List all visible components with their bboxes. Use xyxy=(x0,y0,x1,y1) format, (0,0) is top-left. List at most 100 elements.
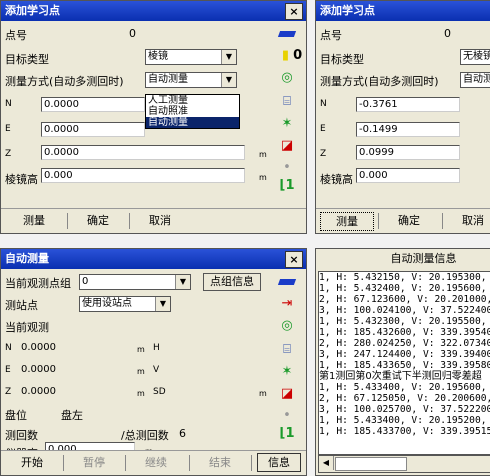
confirm-button[interactable]: 确定 xyxy=(384,212,434,229)
chevron-down-icon[interactable]: ▼ xyxy=(221,50,236,64)
measure-mode-value: 自动测量 xyxy=(148,74,188,85)
sd-unit: m xyxy=(259,389,267,398)
station-select[interactable]: 使用设站点 ▼ xyxy=(79,296,171,312)
cancel-button[interactable]: 取消 xyxy=(448,212,490,229)
prism-target-icon[interactable]: ◎ xyxy=(277,317,297,335)
measure-mode-select[interactable]: 自动测量 ▼ xyxy=(145,72,237,88)
sd-label: SD xyxy=(153,387,166,397)
dropdown-option-manual[interactable]: 人工测量 xyxy=(146,95,239,106)
target-type-label: 目标类型 xyxy=(320,53,364,66)
face-number: 1 xyxy=(285,426,295,441)
z-label: Z xyxy=(5,149,12,159)
divider xyxy=(189,455,190,471)
n-label: N xyxy=(5,99,12,109)
horizontal-scrollbar[interactable]: ◀ xyxy=(318,455,490,473)
z-input[interactable]: 0.0000 xyxy=(41,145,245,160)
station-value: 使用设站点 xyxy=(82,298,132,309)
status-sidebar: ⇥ ◎ ⌸ ✶ ◪ • ⌊1 xyxy=(277,271,303,447)
face-indicator-icon: ⌊1 xyxy=(279,426,295,441)
dialog-title: 自动测量信息 xyxy=(316,249,490,269)
divider xyxy=(129,213,130,229)
z-value: 0.0000 xyxy=(21,386,56,397)
dialog-title-bar: 自动测量 × xyxy=(1,249,306,269)
log-line: 1, H: 5.432150, V: 20.195300, S xyxy=(319,272,490,283)
z-unit: m xyxy=(137,389,145,398)
chevron-down-icon[interactable]: ▼ xyxy=(221,73,236,87)
dialog-button-bar: 测量 确定 取消 xyxy=(316,208,490,233)
prism-height-input[interactable]: 0.000 xyxy=(356,168,460,183)
confirm-button[interactable]: 确定 xyxy=(73,212,123,229)
dialog-button-bar: 测量 确定 取消 xyxy=(1,208,306,233)
prism-height-input[interactable]: 0.000 xyxy=(41,168,245,183)
measurement-log: 1, H: 5.432150, V: 20.195300, S 1, H: 5.… xyxy=(318,271,490,455)
dialog-title-bar: 添加学习点 xyxy=(316,1,490,21)
e-value: 0.0000 xyxy=(21,364,56,375)
pause-button[interactable]: 暂停 xyxy=(67,454,121,471)
continue-button[interactable]: 继续 xyxy=(129,454,183,471)
total-rounds-value: 6 xyxy=(179,427,186,440)
face-number: 1 xyxy=(285,178,295,193)
close-button[interactable]: × xyxy=(285,3,303,20)
target-type-select[interactable]: 无棱镜 xyxy=(460,49,490,65)
dot-icon: • xyxy=(283,408,291,423)
target-type-select[interactable]: 棱镜 ▼ xyxy=(145,49,237,65)
close-button[interactable]: × xyxy=(285,251,303,268)
e-unit: m xyxy=(137,367,145,376)
z-input[interactable]: 0.0999 xyxy=(356,145,460,160)
end-button[interactable]: 结束 xyxy=(193,454,247,471)
cancel-button[interactable]: 取消 xyxy=(135,212,185,229)
dropdown-option-auto-aim[interactable]: 自动照准 xyxy=(146,106,239,117)
dialog-title: 添加学习点 xyxy=(320,4,375,17)
point-number-label: 点号 xyxy=(320,29,342,42)
measure-mode-label: 测量方式(自动多测回时) xyxy=(5,75,124,88)
face-indicator-icon: ⌊1 xyxy=(279,178,295,193)
n-input[interactable]: -0.3761 xyxy=(356,97,460,112)
n-input[interactable]: 0.0000 xyxy=(41,97,145,112)
round-label: 测回数 xyxy=(5,429,38,442)
prism-target-icon[interactable]: ◎ xyxy=(277,69,297,87)
e-label: E xyxy=(5,365,11,375)
face-value: 盘左 xyxy=(61,409,83,422)
e-input[interactable]: -0.1499 xyxy=(356,122,460,137)
current-group-value: 0 xyxy=(82,276,89,287)
log-line: 1, H: 185.433650, V: 339.395800 xyxy=(319,360,490,371)
status-sidebar: ▮ 0 ◎ ⌸ ✶ ◪ • ⌊1 xyxy=(277,23,303,199)
log-line: 1, H: 185.432600, V: 339.395400 xyxy=(319,327,490,338)
prism-height-unit: m xyxy=(259,173,267,182)
divider xyxy=(251,455,252,471)
divider xyxy=(378,213,379,229)
laser-icon[interactable]: ✶ xyxy=(277,115,297,133)
current-group-select[interactable]: 0 ▼ xyxy=(79,274,191,290)
start-button[interactable]: 开始 xyxy=(5,454,59,471)
compensator-icon[interactable]: ◪ xyxy=(277,137,297,155)
signal-icon xyxy=(277,25,297,43)
point-number-value: 0 xyxy=(129,27,136,40)
measure-mode-select[interactable]: 自动测量 xyxy=(460,72,490,88)
scroll-left-icon[interactable]: ◀ xyxy=(319,456,334,470)
h-label: H xyxy=(153,343,160,353)
instrument-icon[interactable]: ⌸ xyxy=(277,341,297,359)
log-line: 3, H: 100.024100, V: 37.522400, S xyxy=(319,305,490,316)
log-line: 3, H: 247.124400, V: 339.394000 xyxy=(319,349,490,360)
info-button[interactable]: 信息 xyxy=(257,453,301,472)
n-label: N xyxy=(5,343,12,353)
battery-count: 0 xyxy=(293,48,303,63)
compensator-icon[interactable]: ◪ xyxy=(277,385,297,403)
prism-height-label: 棱镜高 xyxy=(5,173,38,186)
chevron-down-icon[interactable]: ▼ xyxy=(175,275,190,289)
measure-button[interactable]: 测量 xyxy=(9,212,59,229)
z-label: Z xyxy=(320,149,327,159)
scroll-thumb[interactable] xyxy=(335,457,407,471)
chevron-down-icon[interactable]: ▼ xyxy=(155,297,170,311)
divider xyxy=(442,213,443,229)
dropdown-option-auto-measure[interactable]: 自动测量 xyxy=(146,117,239,128)
measure-button[interactable]: 测量 xyxy=(320,212,374,231)
point-number-label: 点号 xyxy=(5,29,27,42)
station-arrow-icon[interactable]: ⇥ xyxy=(277,295,297,313)
v-label: V xyxy=(153,365,160,375)
log-line: 第1测回第0次重试下半测回归零差超 xyxy=(319,371,482,382)
group-info-button[interactable]: 点组信息 xyxy=(203,273,261,291)
laser-icon[interactable]: ✶ xyxy=(277,363,297,381)
instrument-icon[interactable]: ⌸ xyxy=(277,93,297,111)
e-input[interactable]: 0.0000 xyxy=(41,122,145,137)
